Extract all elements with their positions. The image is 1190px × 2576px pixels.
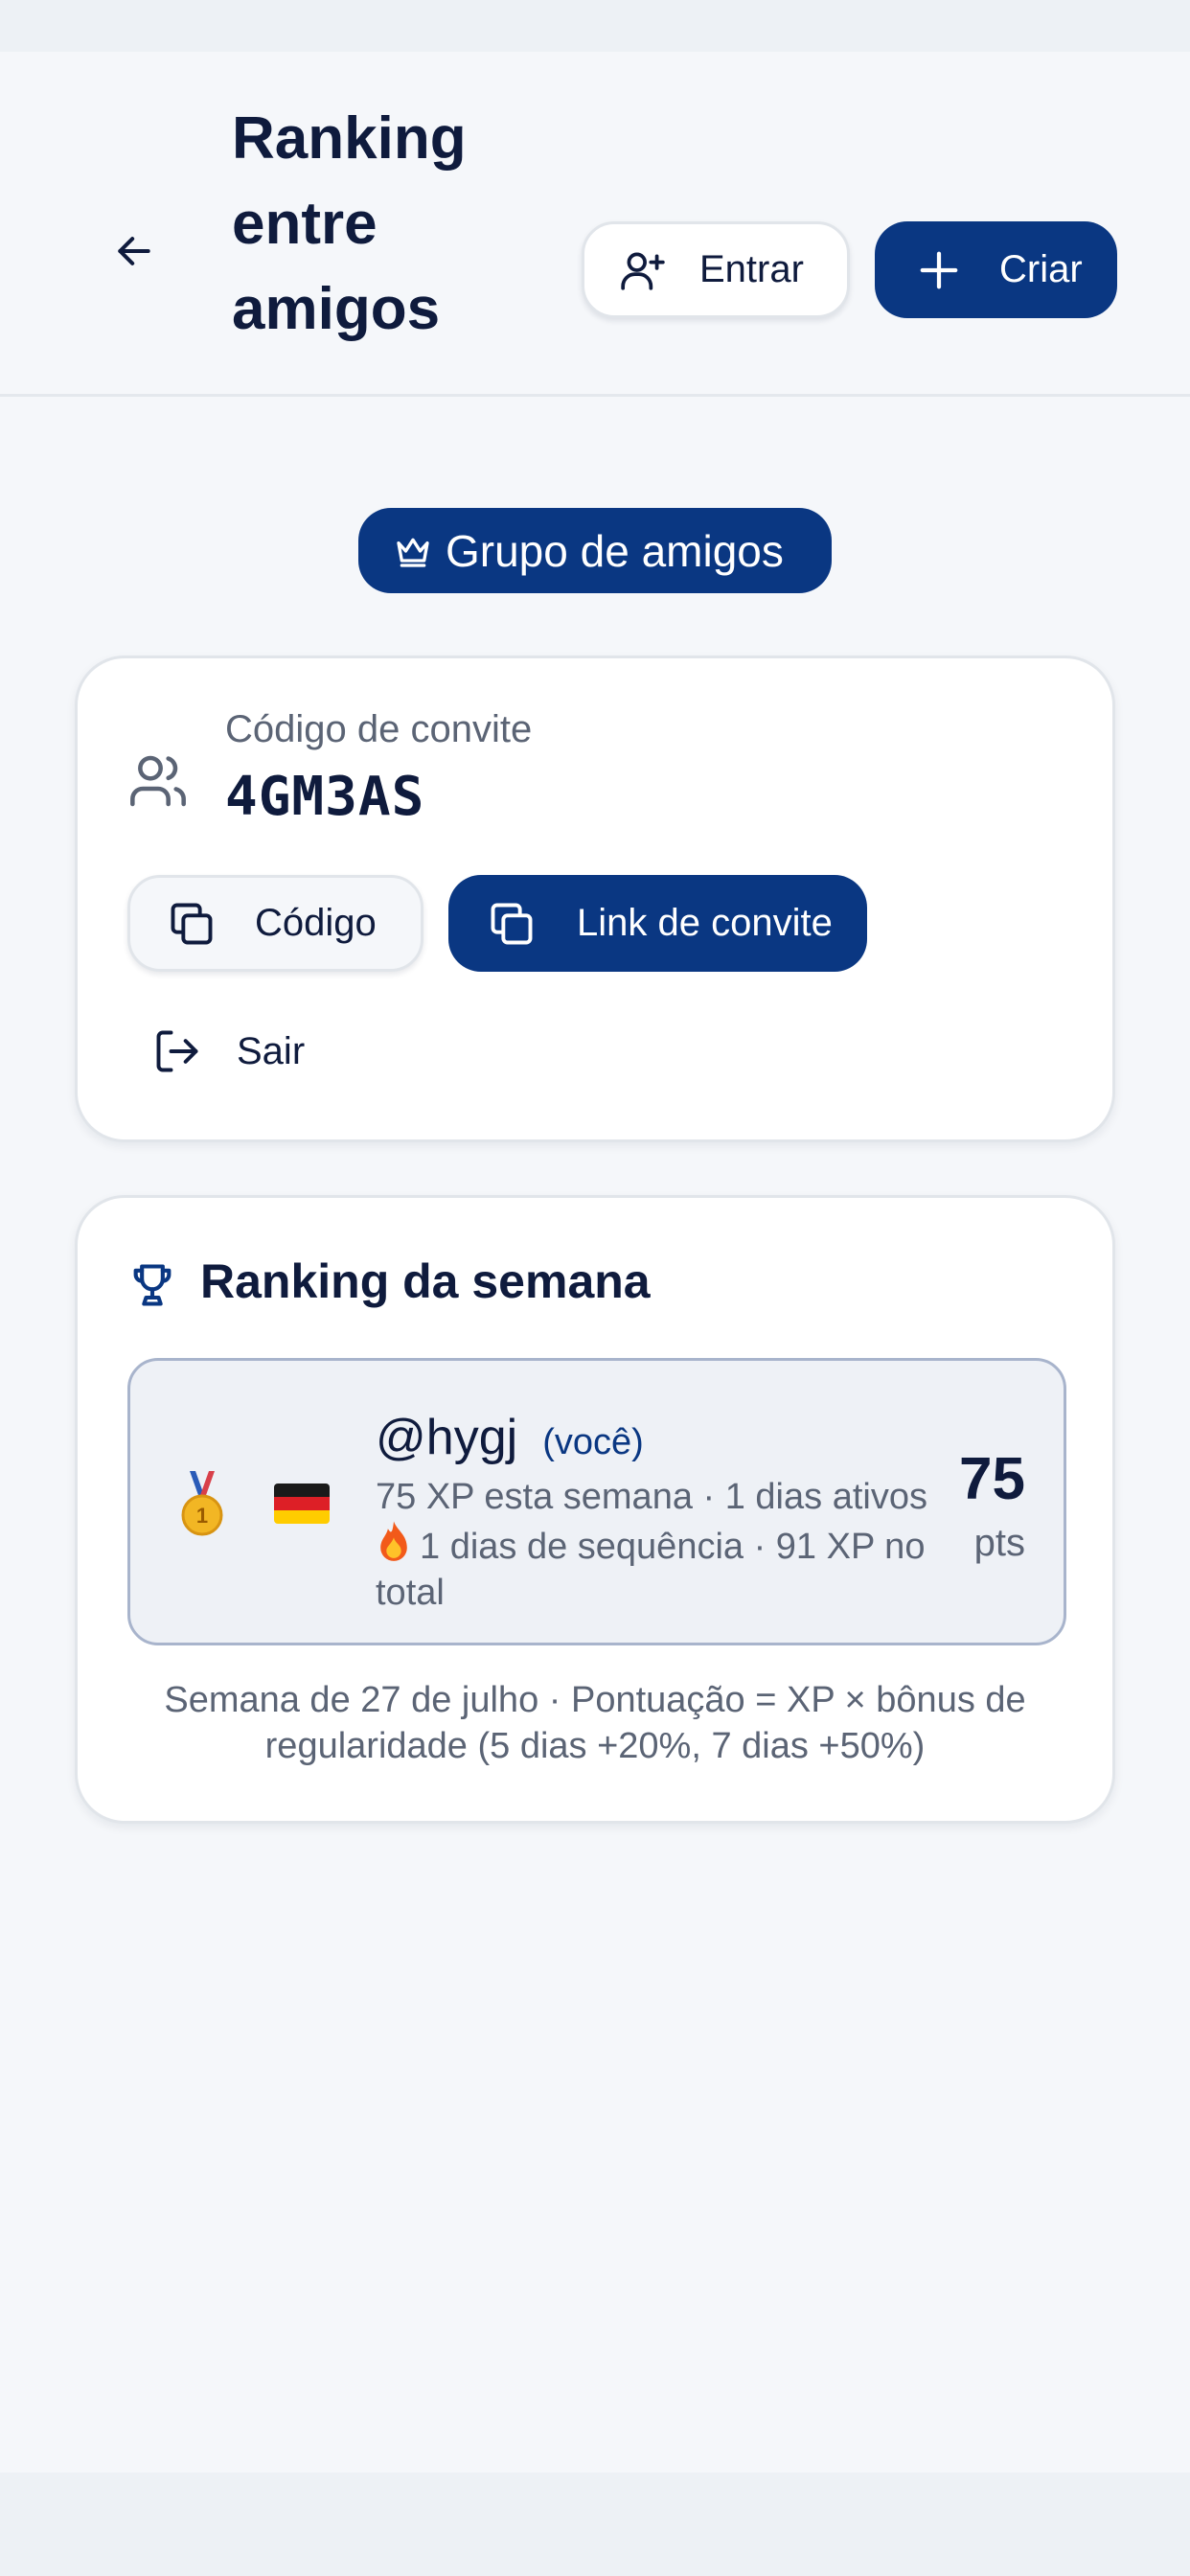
leave-group-label: Sair [237, 1029, 306, 1072]
arrow-left-icon [118, 237, 150, 265]
ranking-title: Ranking da semana [200, 1254, 651, 1308]
row-stats: 75 XP esta semana · 1 dias ativos 1 dias… [376, 1474, 941, 1616]
create-group-label: Criar [999, 248, 1083, 290]
username: @hygj [376, 1410, 518, 1465]
germany-flag-icon [274, 1484, 330, 1524]
medal-rank: 1 [196, 1504, 208, 1528]
copy-code-label: Código [255, 902, 377, 944]
leave-group-button[interactable]: Sair [152, 1018, 305, 1085]
plus-icon [920, 251, 958, 288]
copy-icon [491, 903, 533, 944]
invite-code-value: 4GM3AS [225, 766, 425, 828]
score-unit: pts [973, 1522, 1025, 1564]
ranking-footer-note: Semana de 27 de julho · Pontuação = XP ×… [164, 1680, 1026, 1766]
streak-stats: 1 dias de sequência · 91 XP no total [376, 1527, 926, 1613]
crown-icon [397, 538, 429, 567]
score-value: 75 [959, 1446, 1025, 1512]
group-badge-label: Grupo de amigos [446, 525, 784, 576]
invite-card: Código de convite 4GM3AS Código Link de … [75, 656, 1115, 1142]
join-group-button[interactable]: Entrar [582, 221, 850, 318]
invite-code-label: Código de convite [225, 708, 533, 750]
join-group-label: Entrar [699, 248, 804, 290]
user-plus-icon [621, 251, 665, 290]
create-group-button[interactable]: Criar [875, 221, 1117, 318]
page-title: Ranking entre amigos [232, 105, 467, 342]
you-tag: (você) [542, 1422, 644, 1462]
copy-code-button[interactable]: Código [127, 875, 423, 972]
copy-invite-link-button[interactable]: Link de convite [448, 875, 867, 972]
back-button[interactable] [100, 217, 169, 286]
weekly-xp-stats: 75 XP esta semana · 1 dias ativos [376, 1477, 927, 1517]
navigation-bar [0, 2472, 1190, 2576]
trophy-icon [133, 1264, 172, 1306]
app-header: Ranking entre amigos Entrar Criar [0, 52, 1190, 397]
weekly-ranking-card: Ranking da semana 1 @hygj (você) 75 XP e… [75, 1195, 1115, 1824]
row-user: @hygj (você) [376, 1409, 644, 1466]
status-bar [0, 0, 1190, 52]
streak-stats-line: 1 dias de sequência · 91 XP no total [376, 1520, 941, 1616]
ranking-row[interactable]: 1 @hygj (você) 75 XP esta semana · 1 dia… [127, 1358, 1066, 1645]
copy-icon [171, 903, 213, 944]
copy-invite-link-label: Link de convite [577, 902, 833, 944]
fire-icon [380, 1521, 407, 1561]
group-badge: Grupo de amigos [358, 508, 832, 593]
gold-medal-icon: 1 [181, 1471, 223, 1536]
log-out-icon [156, 1030, 198, 1072]
users-icon [130, 755, 186, 807]
